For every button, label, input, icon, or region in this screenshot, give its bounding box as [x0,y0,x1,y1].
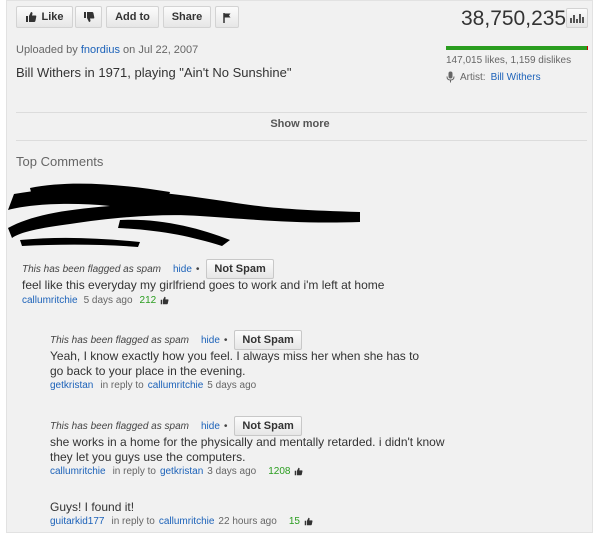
spam-flag-notice: This has been flagged as spam hide • Not… [50,330,302,350]
divider [16,112,587,113]
thumbs-up-icon[interactable] [304,517,313,526]
thumbs-down-icon [83,12,94,22]
comment-author-link[interactable]: getkristan [50,380,93,391]
video-description: Bill Withers in 1971, playing "Ain't No … [16,65,292,80]
like-label: Like [41,11,64,23]
reply-to-link[interactable]: callumritchie [159,516,215,527]
bullet: • [223,334,228,346]
hide-link[interactable]: hide [201,421,220,432]
dislike-button[interactable] [75,6,102,28]
divider [16,140,587,141]
in-reply-to-text: in reply to [100,380,144,391]
top-comments-heading: Top Comments [16,154,104,169]
comment-author-link[interactable]: callumritchie [22,295,78,306]
stats-icon [570,14,584,23]
comment-text: Yeah, I know exactly how you feel. I alw… [50,349,420,378]
like-ratio-fill [446,46,587,50]
artist-info: Artist: Bill Withers [446,71,541,83]
add-to-label: Add to [115,11,150,23]
comment-author-link[interactable]: callumritchie [50,466,106,477]
comment-meta: callumritchie in reply to getkristan 3 d… [50,466,303,477]
in-reply-to-text: in reply to [111,516,155,527]
comment-time: 22 hours ago [218,516,277,527]
comment-time: 3 days ago [207,466,257,477]
share-button[interactable]: Share [163,6,211,28]
flag-icon [223,12,231,23]
artist-link[interactable]: Bill Withers [491,72,541,83]
bullet: • [223,420,228,432]
uploader-link[interactable]: fnordius [81,44,120,56]
uploaded-prefix: Uploaded by [16,44,78,56]
spam-flag-notice: This has been flagged as spam hide • Not… [50,416,302,436]
show-more-button[interactable]: Show more [0,118,600,130]
upload-info: Uploaded by fnordius on Jul 22, 2007 [16,44,198,56]
likes-count: 147,015 likes, 1,159 dislikes [446,55,572,66]
comment-meta: getkristan in reply to callumritchie 5 d… [50,380,256,391]
comment-text: she works in a home for the physically a… [50,435,445,464]
comment-meta: guitarkid177 in reply to callumritchie 2… [50,516,313,527]
thumbs-up-icon [26,12,37,22]
stats-button[interactable] [566,8,588,28]
comment-text: feel like this everyday my girlfriend go… [22,278,385,292]
redaction-scribble [8,183,360,247]
comment-score: 212 [139,295,157,306]
comment-score: 1208 [268,466,291,477]
bullet: • [195,263,200,275]
reply-to-link[interactable]: getkristan [160,466,203,477]
view-count: 38,750,235 [461,7,567,30]
add-to-button[interactable]: Add to [106,6,159,28]
thumbs-up-icon[interactable] [160,296,169,305]
reply-to-link[interactable]: callumritchie [148,380,204,391]
comment-score: 15 [288,516,300,527]
thumbs-up-icon[interactable] [294,467,303,476]
like-ratio-bar [446,46,588,50]
spam-flag-text: This has been flagged as spam [50,420,189,432]
flag-button[interactable] [215,6,239,28]
hide-link[interactable]: hide [201,335,220,346]
in-reply-to-text: in reply to [112,466,156,477]
comment-time: 5 days ago [207,380,257,391]
comment-meta: callumritchie 5 days ago 212 [22,295,169,306]
spam-flag-notice: This has been flagged as spam hide • Not… [22,259,274,279]
like-button[interactable]: Like [16,6,73,28]
uploaded-date: on Jul 22, 2007 [123,44,199,56]
not-spam-button[interactable]: Not Spam [234,330,302,350]
spam-flag-text: This has been flagged as spam [22,263,161,275]
comment-author-link[interactable]: guitarkid177 [50,516,104,527]
microphone-icon [446,71,455,83]
share-label: Share [171,11,203,23]
hide-link[interactable]: hide [173,264,192,275]
comment-time: 5 days ago [83,295,133,306]
not-spam-button[interactable]: Not Spam [234,416,302,436]
not-spam-button[interactable]: Not Spam [206,259,274,279]
spam-flag-text: This has been flagged as spam [50,334,189,346]
comment-text: Guys! I found it! [50,500,135,514]
artist-prefix: Artist: [460,71,486,83]
